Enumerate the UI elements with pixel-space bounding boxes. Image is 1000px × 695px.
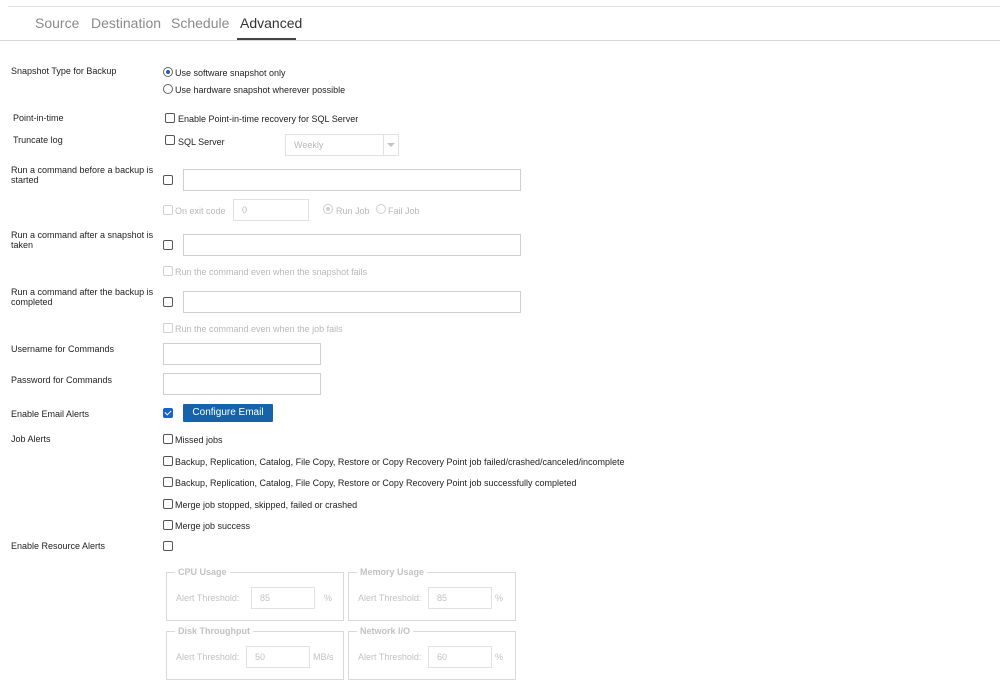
- cmd-after-backup-label: Run a command after the backup is comple…: [11, 287, 154, 307]
- memory-threshold-input[interactable]: 85: [428, 587, 492, 609]
- username-input[interactable]: [163, 343, 321, 365]
- alert-job-success-label: Backup, Replication, Catalog, File Copy,…: [175, 478, 577, 488]
- alert-job-failed-checkbox[interactable]: [163, 456, 173, 466]
- chevron-down-icon: [383, 135, 398, 155]
- network-threshold-unit: %: [495, 652, 504, 662]
- fail-job-label: Fail Job: [388, 206, 420, 216]
- snapshot-fails-label: Run the command even when the snapshot f…: [175, 267, 368, 277]
- snapshot-type-label: Snapshot Type for Backup: [11, 66, 117, 76]
- point-in-time-checkbox[interactable]: [165, 113, 175, 123]
- alert-merge-success-label: Merge job success: [175, 521, 251, 531]
- alert-missed-jobs-checkbox[interactable]: [163, 434, 173, 444]
- memory-usage-group: Memory Usage Alert Threshold: 85 %: [348, 567, 516, 621]
- username-label: Username for Commands: [11, 344, 115, 354]
- cmd-before-label: Run a command before a backup is started: [11, 165, 154, 185]
- truncate-sql-checkbox[interactable]: [165, 135, 175, 145]
- password-label: Password for Commands: [11, 375, 113, 385]
- disk-threshold-input[interactable]: 50: [246, 646, 310, 668]
- configure-email-button[interactable]: Configure Email: [183, 404, 273, 422]
- hardware-snapshot-radio[interactable]: [163, 84, 173, 94]
- truncate-sql-label: SQL Server: [178, 137, 225, 147]
- tab-destination[interactable]: Destination: [91, 15, 161, 31]
- tab-bar: Source Destination Schedule Advanced: [0, 7, 1000, 41]
- software-snapshot-radio[interactable]: [163, 67, 173, 77]
- disk-throughput-title: Disk Throughput: [175, 626, 253, 637]
- email-alerts-label: Enable Email Alerts: [11, 409, 90, 419]
- cpu-threshold-unit: %: [324, 593, 333, 603]
- truncate-log-label: Truncate log: [13, 135, 63, 145]
- cpu-usage-group: CPU Usage Alert Threshold: 85 %: [166, 567, 344, 621]
- software-snapshot-label: Use software snapshot only: [175, 68, 286, 78]
- alert-job-success-checkbox[interactable]: [163, 477, 173, 487]
- snapshot-fails-checkbox[interactable]: [163, 266, 173, 276]
- run-job-radio[interactable]: [323, 204, 333, 214]
- exit-code-input[interactable]: 0: [233, 199, 309, 221]
- network-threshold-label: Alert Threshold:: [358, 652, 422, 662]
- point-in-time-label: Point-in-time: [13, 113, 64, 123]
- fail-job-radio[interactable]: [376, 204, 386, 214]
- cmd-before-checkbox[interactable]: [163, 175, 173, 185]
- memory-threshold-label: Alert Threshold:: [358, 593, 422, 603]
- job-fails-checkbox[interactable]: [163, 323, 173, 333]
- cmd-after-snapshot-checkbox[interactable]: [163, 240, 173, 250]
- job-fails-label: Run the command even when the job fails: [175, 324, 343, 334]
- memory-usage-title: Memory Usage: [357, 567, 428, 578]
- tab-source[interactable]: Source: [35, 15, 79, 31]
- resource-alerts-checkbox[interactable]: [163, 541, 173, 551]
- memory-threshold-unit: %: [495, 593, 504, 603]
- disk-threshold-unit: MB/s: [313, 652, 334, 662]
- alert-job-failed-label: Backup, Replication, Catalog, File Copy,…: [175, 457, 625, 467]
- alert-merge-failed-label: Merge job stopped, skipped, failed or cr…: [175, 500, 358, 510]
- cmd-after-backup-input[interactable]: [183, 291, 521, 313]
- network-threshold-input[interactable]: 60: [428, 646, 492, 668]
- truncate-frequency-select[interactable]: Weekly: [285, 134, 399, 156]
- cmd-after-snapshot-input[interactable]: [183, 234, 521, 256]
- alert-merge-failed-checkbox[interactable]: [163, 499, 173, 509]
- disk-throughput-group: Disk Throughput Alert Threshold: 50 MB/s: [166, 626, 344, 680]
- password-input[interactable]: [163, 373, 321, 395]
- disk-threshold-label: Alert Threshold:: [176, 652, 240, 662]
- cpu-threshold-input[interactable]: 85: [251, 587, 315, 609]
- cmd-after-backup-checkbox[interactable]: [163, 297, 173, 307]
- cpu-threshold-label: Alert Threshold:: [176, 593, 240, 603]
- network-io-title: Network I/O: [357, 626, 414, 637]
- run-job-label: Run Job: [336, 206, 370, 216]
- hardware-snapshot-label: Use hardware snapshot wherever possible: [175, 85, 346, 95]
- cmd-after-snapshot-label: Run a command after a snapshot is taken: [11, 230, 154, 250]
- exit-code-checkbox[interactable]: [163, 205, 173, 215]
- job-alerts-label: Job Alerts: [11, 434, 51, 444]
- alert-merge-success-checkbox[interactable]: [163, 520, 173, 530]
- cmd-before-input[interactable]: [183, 169, 521, 191]
- network-io-group: Network I/O Alert Threshold: 60 %: [348, 626, 516, 680]
- truncate-frequency-value: Weekly: [294, 140, 324, 150]
- point-in-time-checkbox-label: Enable Point-in-time recovery for SQL Se…: [178, 114, 359, 124]
- alert-missed-jobs-label: Missed jobs: [175, 435, 223, 445]
- tab-advanced[interactable]: Advanced: [240, 15, 302, 31]
- active-tab-indicator: [237, 38, 296, 40]
- cpu-usage-title: CPU Usage: [175, 567, 230, 578]
- tab-schedule[interactable]: Schedule: [171, 15, 229, 31]
- resource-alerts-label: Enable Resource Alerts: [11, 541, 106, 551]
- email-alerts-checkbox[interactable]: [163, 408, 173, 418]
- exit-code-label: On exit code: [175, 206, 226, 216]
